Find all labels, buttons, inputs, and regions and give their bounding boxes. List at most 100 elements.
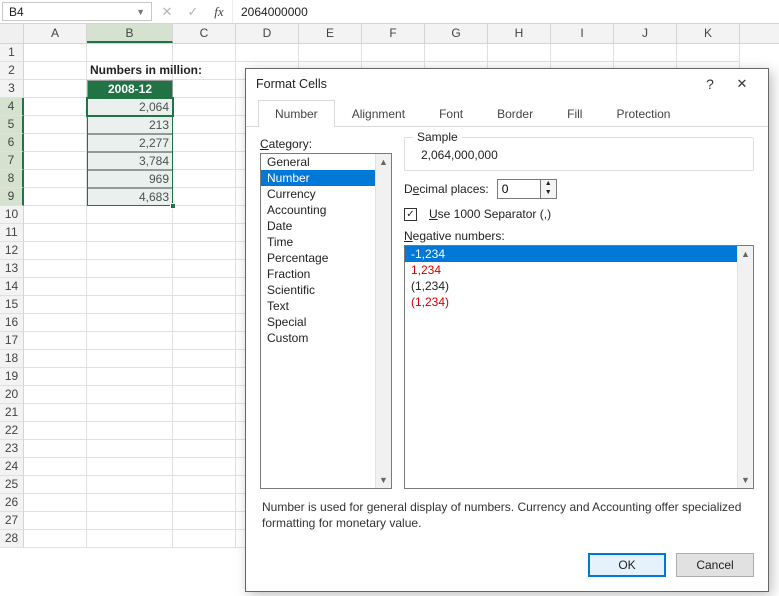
negative-numbers-label: Negative numbers: <box>404 229 754 243</box>
row-header[interactable]: 19 <box>0 368 24 386</box>
row-header[interactable]: 3 <box>0 80 24 98</box>
row-header[interactable]: 26 <box>0 494 24 512</box>
scrollbar[interactable]: ▲ ▼ <box>375 154 391 488</box>
row-header[interactable]: 25 <box>0 476 24 494</box>
row-header[interactable]: 15 <box>0 296 24 314</box>
chevron-up-icon[interactable]: ▲ <box>376 154 391 170</box>
fill-handle[interactable] <box>170 203 176 209</box>
cell-b9[interactable]: 4,683 <box>87 188 173 206</box>
tab-border[interactable]: Border <box>480 100 550 127</box>
negative-numbers-listbox[interactable]: -1,234 1,234 (1,234) (1,234) ▲ ▼ <box>404 245 754 489</box>
row-header[interactable]: 13 <box>0 260 24 278</box>
thousand-separator-checkbox[interactable]: ✓ <box>404 208 417 221</box>
decimal-places-input[interactable] <box>497 179 541 199</box>
category-item[interactable]: Percentage <box>261 250 375 266</box>
insert-function-button[interactable]: fx <box>206 0 232 23</box>
row-header[interactable]: 1 <box>0 44 24 62</box>
row-header[interactable]: 18 <box>0 350 24 368</box>
col-header[interactable]: J <box>614 24 677 43</box>
row-header[interactable]: 11 <box>0 224 24 242</box>
dialog-tabs: Number Alignment Font Border Fill Protec… <box>246 99 768 127</box>
dialog-title: Format Cells <box>256 77 694 91</box>
row-header[interactable]: 9 <box>0 188 24 206</box>
category-item[interactable]: Currency <box>261 186 375 202</box>
row-header[interactable]: 20 <box>0 386 24 404</box>
col-header[interactable]: E <box>299 24 362 43</box>
spin-down-icon[interactable]: ▼ <box>541 189 556 198</box>
category-item[interactable]: General <box>261 154 375 170</box>
cancel-button[interactable]: Cancel <box>676 553 754 577</box>
col-header[interactable]: H <box>488 24 551 43</box>
ok-button[interactable]: OK <box>588 553 666 577</box>
decimal-places-spinner[interactable]: ▲ ▼ <box>497 179 557 199</box>
cell-b7[interactable]: 3,784 <box>87 152 173 170</box>
cell-b2[interactable]: Numbers in million: <box>87 62 173 80</box>
category-item[interactable]: Accounting <box>261 202 375 218</box>
dialog-titlebar[interactable]: Format Cells ? ✕ <box>246 69 768 99</box>
cell-b3[interactable]: 2008-12 <box>87 80 173 98</box>
row-header[interactable]: 6 <box>0 134 24 152</box>
negative-option[interactable]: 1,234 <box>405 262 737 278</box>
row-header[interactable]: 10 <box>0 206 24 224</box>
category-item[interactable]: Custom <box>261 330 375 346</box>
cell-b6[interactable]: 2,277 <box>87 134 173 152</box>
row-header[interactable]: 22 <box>0 422 24 440</box>
chevron-down-icon[interactable]: ▼ <box>738 472 753 488</box>
category-item[interactable]: Date <box>261 218 375 234</box>
col-header[interactable]: I <box>551 24 614 43</box>
row-header[interactable]: 28 <box>0 530 24 548</box>
negative-option[interactable]: -1,234 <box>405 246 737 262</box>
row-header[interactable]: 5 <box>0 116 24 134</box>
close-button[interactable]: ✕ <box>726 76 758 92</box>
col-header[interactable]: D <box>236 24 299 43</box>
select-all-corner[interactable] <box>0 24 24 43</box>
row-header[interactable]: 24 <box>0 458 24 476</box>
decimal-places-row: Decimal places: ▲ ▼ <box>404 179 754 199</box>
category-listbox[interactable]: General Number Currency Accounting Date … <box>260 153 392 489</box>
row-header[interactable]: 4 <box>0 98 24 116</box>
sample-group: Sample 2,064,000,000 <box>404 137 754 171</box>
category-item[interactable]: Special <box>261 314 375 330</box>
category-item[interactable]: Time <box>261 234 375 250</box>
col-header[interactable]: B <box>87 24 173 43</box>
category-item[interactable]: Number <box>261 170 375 186</box>
row-header[interactable]: 21 <box>0 404 24 422</box>
tab-number[interactable]: Number <box>258 100 335 127</box>
chevron-down-icon[interactable]: ▼ <box>376 472 391 488</box>
tab-fill[interactable]: Fill <box>550 100 599 127</box>
col-header[interactable]: K <box>677 24 740 43</box>
category-item[interactable]: Text <box>261 298 375 314</box>
formula-bar-input[interactable]: 2064000000 <box>232 0 779 23</box>
row-header[interactable]: 8 <box>0 170 24 188</box>
tab-alignment[interactable]: Alignment <box>335 100 422 127</box>
close-icon: ✕ <box>162 4 173 20</box>
col-header[interactable]: C <box>173 24 236 43</box>
scrollbar[interactable]: ▲ ▼ <box>737 246 753 488</box>
name-box[interactable]: B4 ▼ <box>2 2 152 21</box>
thousand-separator-row[interactable]: ✓ Use 1000 Separator (,) <box>404 207 754 221</box>
negative-option[interactable]: (1,234) <box>405 278 737 294</box>
negative-option[interactable]: (1,234) <box>405 294 737 310</box>
row-header[interactable]: 7 <box>0 152 24 170</box>
chevron-up-icon[interactable]: ▲ <box>738 246 753 262</box>
tab-protection[interactable]: Protection <box>599 100 687 127</box>
tab-font[interactable]: Font <box>422 100 480 127</box>
row-header[interactable]: 17 <box>0 332 24 350</box>
spin-up-icon[interactable]: ▲ <box>541 180 556 189</box>
row-header[interactable]: 27 <box>0 512 24 530</box>
category-item[interactable]: Fraction <box>261 266 375 282</box>
row-header[interactable]: 23 <box>0 440 24 458</box>
help-button[interactable]: ? <box>694 76 726 92</box>
cell-b5[interactable]: 213 <box>87 116 173 134</box>
col-header[interactable]: F <box>362 24 425 43</box>
cell-b4[interactable]: 2,064 <box>87 98 173 116</box>
chevron-down-icon[interactable]: ▼ <box>136 7 145 17</box>
row-header[interactable]: 2 <box>0 62 24 80</box>
row-header[interactable]: 16 <box>0 314 24 332</box>
category-item[interactable]: Scientific <box>261 282 375 298</box>
row-header[interactable]: 14 <box>0 278 24 296</box>
col-header[interactable]: A <box>24 24 87 43</box>
col-header[interactable]: G <box>425 24 488 43</box>
row-header[interactable]: 12 <box>0 242 24 260</box>
cell-b8[interactable]: 969 <box>87 170 173 188</box>
